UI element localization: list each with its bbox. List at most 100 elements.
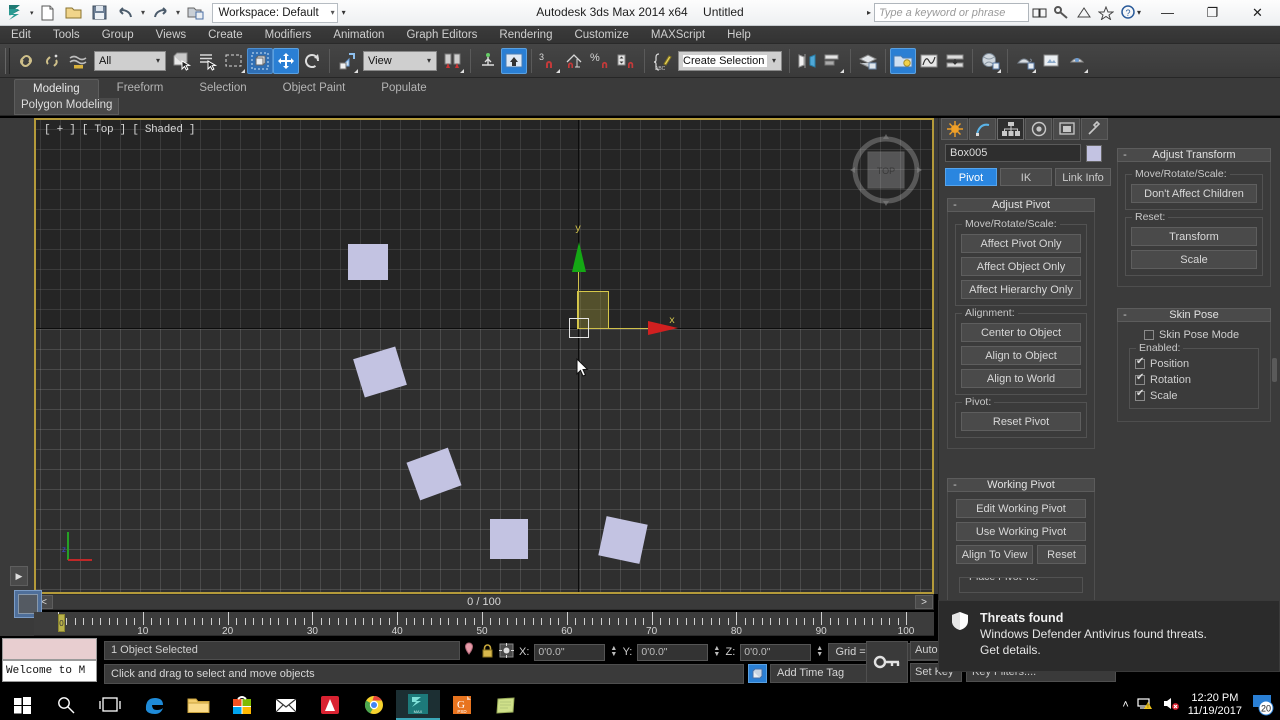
maximize-button[interactable]: ❐ — [1190, 0, 1235, 25]
sub-tab-link-info[interactable]: Link Info — [1055, 168, 1111, 186]
select-and-move-icon[interactable] — [273, 48, 299, 74]
select-by-name-icon[interactable] — [195, 48, 221, 74]
action-center-icon[interactable]: 20 — [1250, 692, 1274, 719]
new-icon[interactable] — [36, 2, 60, 24]
gizmo-y-arrow[interactable] — [572, 242, 586, 272]
scene-explorer-icon[interactable] — [890, 48, 916, 74]
taskbar-clock[interactable]: 12:20 PM 11/19/2017 — [1188, 692, 1242, 718]
reference-coordinate-dropdown[interactable]: View ▾ — [363, 51, 437, 71]
sub-tab-ik[interactable]: IK — [1000, 168, 1052, 186]
tray-expand-icon[interactable]: ˄ — [1122, 699, 1128, 711]
hierarchy-tab[interactable] — [997, 118, 1024, 140]
qat-more-icon[interactable]: ▾ — [342, 8, 346, 17]
menu-item-help[interactable]: Help — [716, 26, 762, 44]
ribbon-tab-freeform[interactable]: Freeform — [99, 79, 182, 98]
rollout-working-pivot-header[interactable]: - Working Pivot — [947, 478, 1095, 492]
isolate-selection-icon[interactable] — [462, 642, 476, 662]
viewport[interactable]: [ + ] [ Top ] [ Shaded ] y x z TOP — [34, 118, 934, 594]
menu-item-graph-editors[interactable]: Graph Editors — [395, 26, 488, 44]
y-coordinate-field[interactable]: 0'0.0" — [637, 644, 708, 661]
menu-item-animation[interactable]: Animation — [322, 26, 395, 44]
enabled-rotation-row[interactable]: Rotation — [1135, 374, 1253, 386]
maxscript-mini-listener-pink[interactable] — [2, 638, 97, 660]
angle-snap-icon[interactable] — [562, 48, 588, 74]
rollout-minimize-icon[interactable]: - — [1118, 309, 1132, 321]
rotation-checkbox[interactable] — [1135, 375, 1145, 385]
favorites-star-icon[interactable] — [1095, 2, 1117, 24]
affect-pivot-only-button[interactable]: Affect Pivot Only — [961, 234, 1081, 253]
sticky-notes-button[interactable] — [484, 690, 528, 720]
edge-button[interactable] — [132, 690, 176, 720]
snaps-3d-icon[interactable]: 3 — [536, 48, 562, 74]
menu-item-maxscript[interactable]: MAXScript — [640, 26, 716, 44]
position-checkbox[interactable] — [1135, 359, 1145, 369]
unlink-selection-icon[interactable] — [39, 48, 65, 74]
select-and-rotate-icon[interactable] — [299, 48, 325, 74]
use-pivot-point-center-icon[interactable] — [440, 48, 466, 74]
subscription-key-icon[interactable] — [1051, 2, 1073, 24]
undo-dropdown-icon[interactable]: ▾ — [140, 8, 147, 17]
motion-tab[interactable] — [1025, 118, 1052, 140]
gimp-button[interactable]: GPSD — [440, 690, 484, 720]
volume-muted-icon[interactable] — [1163, 696, 1180, 714]
infocenter-expand-icon[interactable]: ▸ — [867, 8, 871, 17]
absolute-relative-mode-icon[interactable] — [499, 643, 514, 661]
select-and-scale-icon[interactable] — [334, 48, 360, 74]
open-icon[interactable] — [62, 2, 86, 24]
z-coordinate-field[interactable]: 0'0.0" — [740, 644, 811, 661]
command-panel-scrollbar[interactable] — [1272, 358, 1277, 382]
ribbon-tab-selection[interactable]: Selection — [181, 79, 264, 98]
redo-icon[interactable] — [149, 2, 173, 24]
center-to-object-button[interactable]: Center to Object — [961, 323, 1081, 342]
schematic-view-icon[interactable] — [942, 48, 968, 74]
rollout-minimize-icon[interactable]: - — [948, 479, 962, 491]
skin-pose-mode-checkbox[interactable] — [1144, 330, 1154, 340]
ribbon-tab-modeling[interactable]: Modeling — [14, 79, 99, 98]
align-to-view-button[interactable]: Align To View — [956, 545, 1033, 564]
material-editor-icon[interactable] — [977, 48, 1003, 74]
skin-pose-mode-checkbox-row[interactable]: Skin Pose Mode — [1144, 329, 1262, 341]
rollout-adjust-pivot-header[interactable]: - Adjust Pivot — [947, 198, 1095, 212]
viewport-flyout-button[interactable]: ▶ — [10, 566, 28, 586]
sub-tab-pivot[interactable]: Pivot — [945, 168, 997, 186]
named-selection-set-dropdown[interactable]: Create Selection Se ▾ — [678, 51, 782, 71]
align-icon[interactable] — [820, 48, 846, 74]
3dsmax-logo-icon[interactable] — [0, 0, 34, 26]
store-button[interactable] — [220, 690, 264, 720]
use-working-pivot-button[interactable]: Use Working Pivot — [956, 522, 1086, 541]
create-tab[interactable] — [941, 118, 968, 140]
x-spinner[interactable]: ▲▼ — [610, 644, 617, 660]
select-and-manipulate-icon[interactable] — [475, 48, 501, 74]
acrobat-button[interactable] — [308, 690, 352, 720]
x-coordinate-field[interactable]: 0'0.0" — [534, 644, 605, 661]
file-explorer-button[interactable] — [176, 690, 220, 720]
edit-working-pivot-button[interactable]: Edit Working Pivot — [956, 499, 1086, 518]
render-production-icon[interactable] — [1064, 48, 1090, 74]
modify-tab[interactable] — [969, 118, 996, 140]
select-and-link-icon[interactable] — [13, 48, 39, 74]
lock-icon[interactable] — [481, 643, 494, 662]
menu-item-edit[interactable]: Edit — [0, 26, 42, 44]
select-object-icon[interactable] — [169, 48, 195, 74]
current-frame-label[interactable]: 0 / 100 — [53, 596, 915, 608]
menu-item-create[interactable]: Create — [197, 26, 254, 44]
timeline-ruler[interactable]: 102030405060708090100 — [34, 612, 934, 636]
toast-body-line2[interactable]: Get details. — [980, 642, 1207, 658]
search-input[interactable]: Type a keyword or phrase — [874, 3, 1029, 22]
render-setup-icon[interactable] — [1012, 48, 1038, 74]
object-name-field[interactable]: Box005 — [945, 144, 1081, 162]
next-frame-button[interactable]: > — [915, 595, 933, 609]
display-tab[interactable] — [1053, 118, 1080, 140]
chevron-down-icon[interactable]: ▾ — [331, 8, 335, 17]
working-pivot-reset-button[interactable]: Reset — [1037, 545, 1086, 564]
align-to-world-button[interactable]: Align to World — [961, 369, 1081, 388]
communication-center-icon[interactable] — [1073, 2, 1095, 24]
chevron-down-icon[interactable]: ▾ — [422, 56, 436, 65]
selection-filter-dropdown[interactable]: All ▾ — [94, 51, 166, 71]
reset-transform-button[interactable]: Transform — [1131, 227, 1257, 246]
percent-snap-icon[interactable]: % — [588, 48, 614, 74]
spinner-snap-icon[interactable] — [614, 48, 640, 74]
viewcube[interactable]: TOP — [846, 128, 926, 208]
redo-dropdown-icon[interactable]: ▾ — [175, 8, 182, 17]
menu-item-views[interactable]: Views — [145, 26, 197, 44]
